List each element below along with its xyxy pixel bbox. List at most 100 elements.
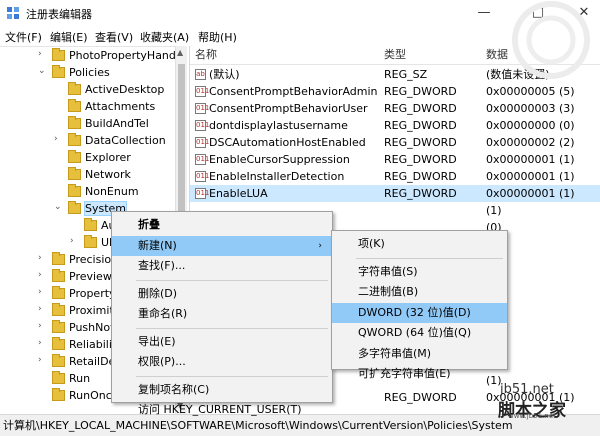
value-row[interactable]: 011 ConsentPromptBehaviorAdmin REG_DWORD 0x… [190, 83, 600, 100]
value-data: 0x00000002 (2) [486, 136, 575, 149]
menu-favorites[interactable]: 收藏夹(A) [140, 29, 189, 45]
tree-expander-icon[interactable]: ⌄ [38, 66, 46, 76]
menu-item-label: 查找(F)... [138, 259, 186, 272]
value-row[interactable]: 011 DSCAutomationHostEnabled REG_DWORD 0x00… [190, 134, 600, 151]
folder-icon [52, 354, 65, 367]
folder-icon [52, 337, 65, 350]
menu-item[interactable]: 访问 HKEY_CURRENT_USER(T) [112, 400, 332, 420]
menu-item-label: 折叠 [138, 218, 160, 231]
tree-item[interactable]: RunOnce [52, 387, 119, 404]
tree-expander-icon[interactable]: › [38, 304, 42, 314]
tree-item-label: DataCollection [85, 134, 166, 147]
folder-icon [52, 252, 65, 265]
tree-item[interactable]: Ul [84, 234, 112, 251]
scroll-up-icon[interactable]: ▲ [177, 48, 183, 57]
tree-item[interactable]: Attachments [68, 98, 155, 115]
tree-item[interactable]: Policies [52, 64, 110, 81]
menu-item-label: 新建(N) [138, 238, 177, 252]
menu-item[interactable]: 折叠 [112, 215, 332, 235]
value-row[interactable]: 011 ConsentPromptBehaviorUser REG_DWORD 0x0… [190, 100, 600, 117]
folder-icon [52, 65, 65, 78]
tree-item-label: BuildAndTel [85, 117, 149, 130]
submenu-arrow-icon: › [318, 240, 322, 251]
value-type: REG_SZ [384, 68, 428, 81]
folder-icon [68, 99, 81, 112]
tree-expander-icon[interactable]: › [70, 236, 74, 246]
value-type: REG_DWORD [384, 153, 457, 166]
value-data: 0x00000001 (1) [486, 170, 575, 183]
value-row[interactable]: 011 EnableCursorSuppression REG_DWORD 0x000… [190, 151, 600, 168]
tree-expander-icon[interactable]: › [38, 287, 42, 297]
menu-separator [136, 279, 328, 281]
value-row[interactable]: 011 dontdisplaylastusername REG_DWORD 0x000… [190, 117, 600, 134]
value-row[interactable]: 011 EnableLUA REG_DWORD 0x00000001 (1) [190, 185, 600, 202]
menu-item[interactable]: 权限(P)... [112, 352, 332, 372]
tree-expander-icon[interactable]: ⌄ [54, 202, 62, 212]
menu-item[interactable]: 导出(E) [112, 332, 332, 352]
tree-item[interactable]: Property [52, 285, 116, 302]
menu-item[interactable]: DWORD (32 位)值(D) [332, 302, 507, 323]
folder-icon [52, 388, 65, 401]
tree-item[interactable]: Explorer [68, 149, 131, 166]
menu-item[interactable]: 复制项名称(C) [112, 380, 332, 400]
folder-icon [52, 286, 65, 299]
menu-file[interactable]: 文件(F) [5, 29, 42, 45]
menu-item[interactable]: 新建(N) › [112, 235, 332, 256]
value-data: 0x00000001 (1) [486, 187, 575, 200]
menu-item[interactable]: 项(K) [332, 234, 507, 254]
menu-view[interactable]: 查看(V) [95, 29, 133, 45]
tree-expander-icon[interactable]: › [38, 253, 42, 263]
value-type: REG_DWORD [384, 136, 457, 149]
tree-item[interactable]: DataCollection [68, 132, 166, 149]
menu-item[interactable]: 重命名(R) [112, 304, 332, 324]
menu-item-label: 项(K) [358, 237, 385, 250]
menu-item[interactable]: 二进制值(B) [332, 282, 507, 302]
menu-separator [136, 375, 328, 377]
folder-icon [84, 218, 97, 231]
tree-item[interactable]: Network [68, 166, 131, 183]
menu-item[interactable]: QWORD (64 位)值(Q) [332, 323, 507, 343]
menu-item[interactable]: 查找(F)... [112, 256, 332, 276]
menu-item-label: 重命名(R) [138, 307, 188, 320]
tree-expander-icon[interactable]: › [38, 270, 42, 280]
menu-item[interactable]: 字符串值(S) [332, 262, 507, 282]
menu-item-label: 删除(D) [138, 286, 178, 300]
menu-help[interactable]: 帮助(H) [198, 29, 237, 45]
tree-item[interactable]: RetailDe [52, 353, 115, 370]
menu-item[interactable]: 删除(D) [112, 284, 332, 304]
menu-item-label: 权限(P)... [138, 355, 186, 368]
tree-expander-icon[interactable]: › [38, 355, 42, 365]
column-name-header[interactable]: 名称 [195, 46, 217, 64]
tree-item[interactable]: BuildAndTel [68, 115, 149, 132]
tree-expander-icon[interactable]: › [38, 321, 42, 331]
value-row[interactable]: 011 EnableInstallerDetection REG_DWORD 0x00… [190, 168, 600, 185]
value-name: dontdisplaylastusername [209, 119, 348, 132]
tree-item[interactable]: Reliabilit [52, 336, 116, 353]
value-data: 0x00000001 (1) [486, 153, 575, 166]
tree-item[interactable]: NonEnum [68, 183, 139, 200]
tree-item[interactable]: PhotoPropertyHand [52, 47, 176, 64]
tree-expander-icon[interactable]: › [38, 49, 42, 59]
string-value-icon: ab [195, 69, 206, 80]
tree-item[interactable]: Precision [52, 251, 118, 268]
tree-expander-icon[interactable]: › [54, 134, 58, 144]
tree-expander-icon[interactable]: › [38, 338, 42, 348]
menu-edit[interactable]: 编辑(E) [50, 29, 88, 45]
value-type: REG_DWORD [384, 170, 457, 183]
folder-icon [52, 371, 65, 384]
menu-item-label: 字符串值(S) [358, 264, 418, 278]
column-type-header[interactable]: 类型 [384, 46, 406, 64]
window-title: 注册表编辑器 [26, 8, 92, 21]
tree-item[interactable]: PushNoti [52, 319, 117, 336]
tree-item[interactable]: Run [52, 370, 90, 387]
watermark-url: jb51.net [500, 382, 554, 397]
menu-item-label: 多字符串值(M) [358, 346, 432, 360]
menu-item-label: QWORD (64 位)值(Q) [358, 326, 472, 339]
menu-item-label: 二进制值(B) [358, 285, 419, 298]
menu-item-label: DWORD (32 位)值(D) [358, 305, 471, 319]
tree-item[interactable]: PreviewH [52, 268, 120, 285]
value-name: EnableCursorSuppression [209, 153, 350, 166]
tree-item[interactable]: ActiveDesktop [68, 81, 164, 98]
menu-item[interactable]: 可扩充字符串值(E) [332, 364, 507, 384]
menu-item[interactable]: 多字符串值(M) [332, 344, 507, 364]
